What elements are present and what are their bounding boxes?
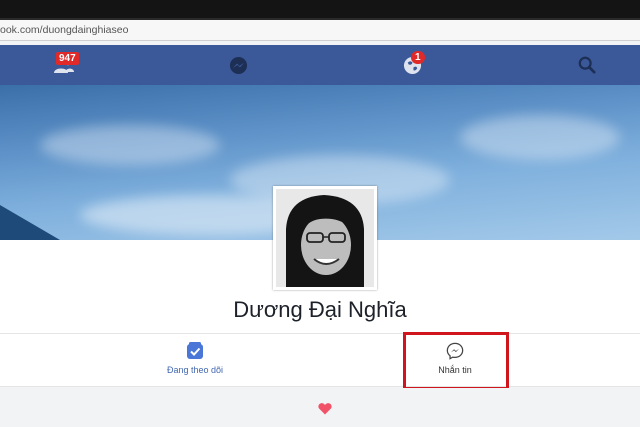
address-bar-url[interactable]: ook.com/duongdainghiaseo [0,24,128,36]
following-check-icon [187,342,203,359]
following-button[interactable]: Đang theo dõi [145,342,245,375]
friend-requests-button[interactable]: 947 [44,45,84,85]
heart-icon[interactable] [318,402,332,415]
messenger-icon [229,56,247,74]
address-bar[interactable]: ook.com/duongdainghiaseo [0,20,640,41]
friend-requests-badge: 947 [56,52,79,65]
cover-foreground-shape [0,205,60,240]
browser-titlebar [0,0,640,20]
profile-actions-bar: Đang theo dõi Nhắn tin [0,333,640,387]
messenger-button[interactable] [226,45,250,85]
profile-name: Dương Đại Nghĩa [233,297,407,322]
notifications-button[interactable]: 1 [400,45,425,85]
following-label: Đang theo dõi [166,365,224,375]
search-icon [578,56,596,74]
profile-avatar[interactable] [273,186,377,290]
avatar-photo [276,189,374,287]
notifications-badge: 1 [411,51,425,64]
annotation-highlight-box [403,332,509,390]
facebook-navbar: 947 1 [0,45,640,85]
profile-lower-section [0,388,640,427]
search-button[interactable] [575,45,599,85]
